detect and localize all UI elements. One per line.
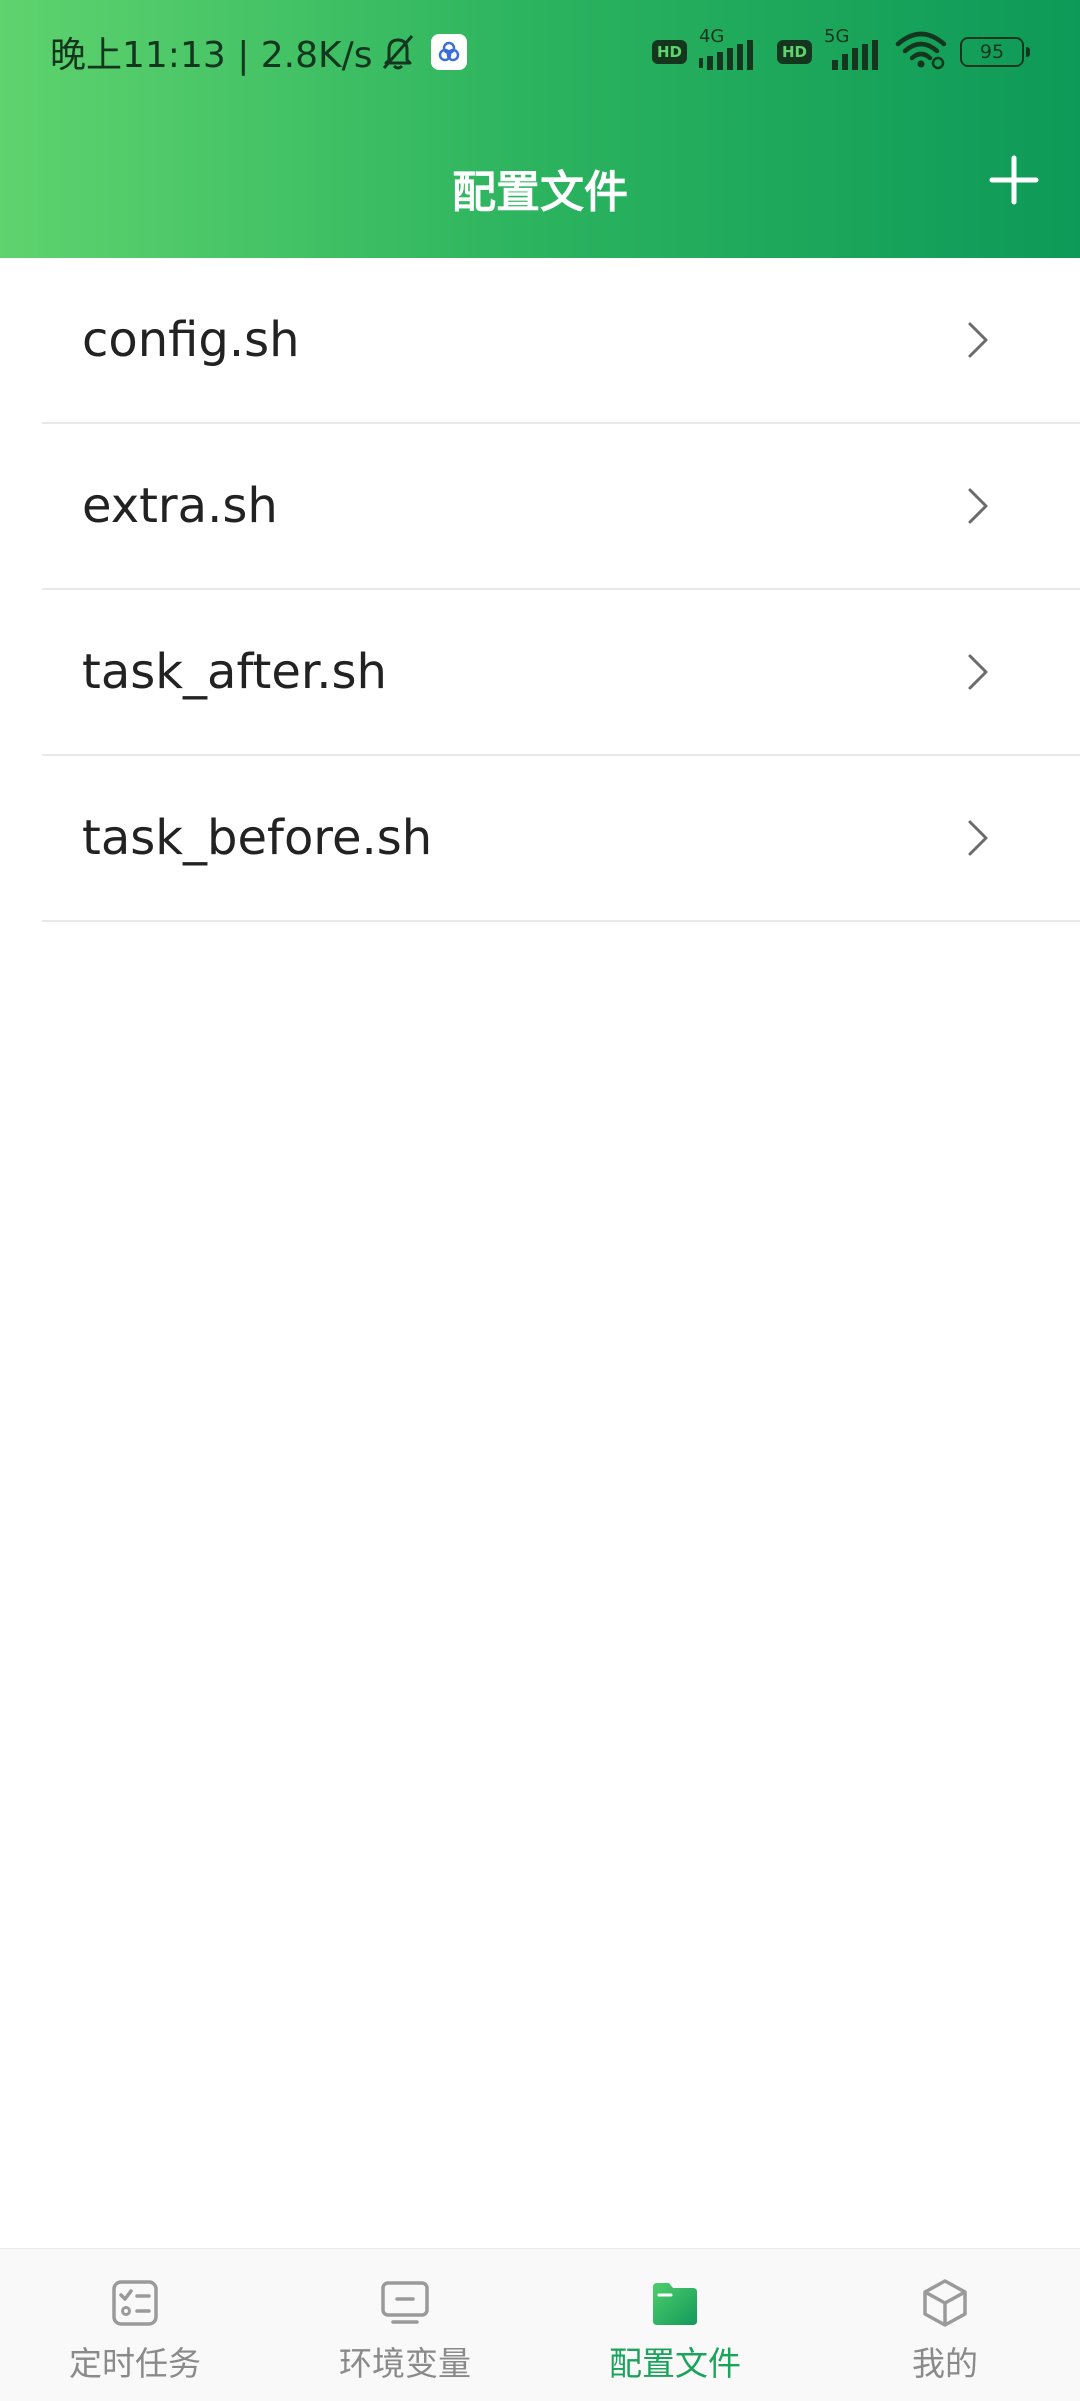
hd-badge: HD [776, 40, 812, 64]
list-item-config-sh[interactable]: config.sh [42, 258, 1080, 424]
tab-mine[interactable]: 我的 [810, 2249, 1080, 2401]
tab-config-files[interactable]: 配置文件 [540, 2249, 810, 2401]
bell-muted-icon [379, 32, 417, 72]
status-time-speed: 晚上11:13 | 2.8K/s [50, 35, 373, 76]
tab-label: 环境变量 [339, 2344, 471, 2383]
battery-tip [1026, 47, 1030, 57]
file-name: config.sh [82, 312, 300, 368]
monitor-icon [381, 2281, 429, 2324]
signal-5g: 5G [824, 26, 882, 72]
tab-label: 定时任务 [69, 2344, 201, 2383]
tab-label: 我的 [912, 2344, 978, 2383]
app-header: 晚上11:13 | 2.8K/s HD 4G HD 5G 95 配置文件 [0, 0, 1080, 258]
add-button[interactable] [984, 150, 1044, 210]
chevron-right-icon [966, 486, 990, 526]
folder-icon [653, 2283, 697, 2325]
chevron-right-icon [966, 320, 990, 360]
file-name: task_before.sh [82, 810, 433, 866]
cube-icon [923, 2279, 967, 2327]
app-notification-icon [430, 34, 467, 70]
network-type-label: 5G [824, 26, 850, 47]
status-bar: 晚上11:13 | 2.8K/s HD 4G HD 5G 95 [0, 0, 1080, 104]
nav-bar: 配置文件 [0, 124, 1080, 244]
battery-level: 95 [960, 37, 1024, 67]
plus-icon [989, 155, 1039, 205]
network-type-label: 4G [698, 26, 725, 47]
tab-env-variables[interactable]: 环境变量 [270, 2249, 540, 2401]
chevron-right-icon [966, 818, 990, 858]
config-file-list: config.sh extra.sh task_after.sh task_be… [0, 258, 1080, 922]
hd-badge: HD [651, 40, 687, 64]
list-item-task-after-sh[interactable]: task_after.sh [42, 590, 1080, 756]
battery-indicator: 95 [960, 37, 1030, 67]
tab-scheduled-tasks[interactable]: 定时任务 [0, 2249, 270, 2401]
tab-label: 配置文件 [609, 2344, 741, 2383]
file-name: extra.sh [82, 478, 278, 534]
status-left: 晚上11:13 | 2.8K/s [50, 30, 467, 76]
list-item-extra-sh[interactable]: extra.sh [42, 424, 1080, 590]
signal-4g: 4G [698, 26, 765, 72]
chevron-right-icon [966, 652, 990, 692]
status-right: HD 4G HD 5G 95 [651, 26, 1030, 74]
page-title: 配置文件 [452, 167, 628, 218]
file-name: task_after.sh [82, 644, 387, 700]
wifi-icon [894, 30, 948, 74]
list-item-task-before-sh[interactable]: task_before.sh [42, 756, 1080, 922]
task-list-icon [112, 2280, 158, 2326]
bottom-tab-bar: 定时任务 环境变量 配置文件 我的 [0, 2248, 1080, 2401]
